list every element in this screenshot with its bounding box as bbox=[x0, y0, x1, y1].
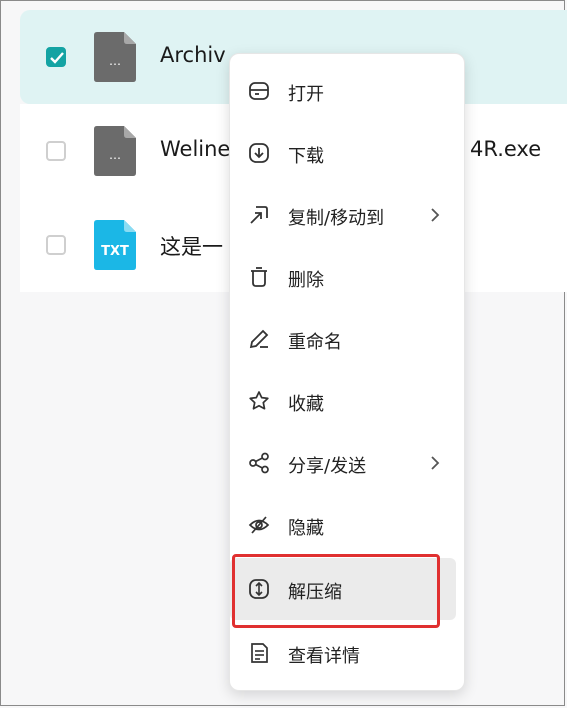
file-type-label: … bbox=[109, 148, 121, 162]
menu-item-label: 查看详情 bbox=[288, 646, 360, 667]
file-type-label: TXT bbox=[101, 244, 129, 259]
menu-item-copy-move[interactable]: 复制/移动到 bbox=[230, 184, 464, 246]
download-icon bbox=[249, 143, 269, 163]
menu-item-delete[interactable]: 删除 bbox=[230, 246, 464, 308]
file-name[interactable]: Weline bbox=[160, 137, 230, 161]
chevron-right-icon bbox=[431, 208, 440, 222]
menu-item-hide[interactable]: 隐藏 bbox=[230, 494, 464, 556]
checkbox-checked[interactable] bbox=[46, 47, 66, 67]
menu-item-details[interactable]: 查看详情 bbox=[230, 622, 464, 684]
share-icon bbox=[249, 452, 269, 474]
generic-file-icon: … bbox=[94, 126, 136, 176]
txt-file-icon: TXT bbox=[94, 220, 136, 270]
trash-icon bbox=[251, 267, 267, 287]
menu-item-label: 下载 bbox=[288, 146, 324, 167]
open-icon bbox=[249, 82, 269, 100]
generic-file-icon: … bbox=[94, 32, 136, 82]
pencil-icon bbox=[249, 329, 269, 349]
menu-item-label: 复制/移动到 bbox=[288, 208, 385, 229]
menu-item-rename[interactable]: 重命名 bbox=[230, 308, 464, 370]
menu-item-label: 收藏 bbox=[288, 394, 324, 415]
menu-item-share[interactable]: 分享/发送 bbox=[230, 432, 464, 494]
file-name[interactable]: Archiv bbox=[160, 43, 226, 67]
highlight-annotation bbox=[232, 554, 440, 628]
file-name-tail[interactable]: 4R.exe bbox=[470, 137, 541, 161]
menu-item-label: 分享/发送 bbox=[288, 456, 367, 477]
menu-item-download[interactable]: 下载 bbox=[230, 122, 464, 184]
details-icon bbox=[251, 643, 268, 663]
checkbox[interactable] bbox=[46, 141, 66, 161]
star-icon bbox=[249, 391, 269, 410]
menu-item-open[interactable]: 打开 bbox=[230, 60, 464, 122]
checkmark-icon bbox=[50, 52, 64, 64]
file-name[interactable]: 这是一 bbox=[160, 231, 223, 261]
menu-item-label: 打开 bbox=[288, 84, 324, 105]
menu-item-favorite[interactable]: 收藏 bbox=[230, 370, 464, 432]
eye-off-icon bbox=[248, 516, 270, 534]
chevron-right-icon bbox=[431, 456, 440, 470]
file-type-label: … bbox=[109, 54, 121, 68]
copy-move-icon bbox=[250, 206, 268, 224]
checkbox[interactable] bbox=[46, 235, 66, 255]
menu-item-label: 重命名 bbox=[288, 332, 342, 353]
menu-item-label: 隐藏 bbox=[288, 518, 324, 539]
menu-item-label: 删除 bbox=[288, 270, 324, 291]
